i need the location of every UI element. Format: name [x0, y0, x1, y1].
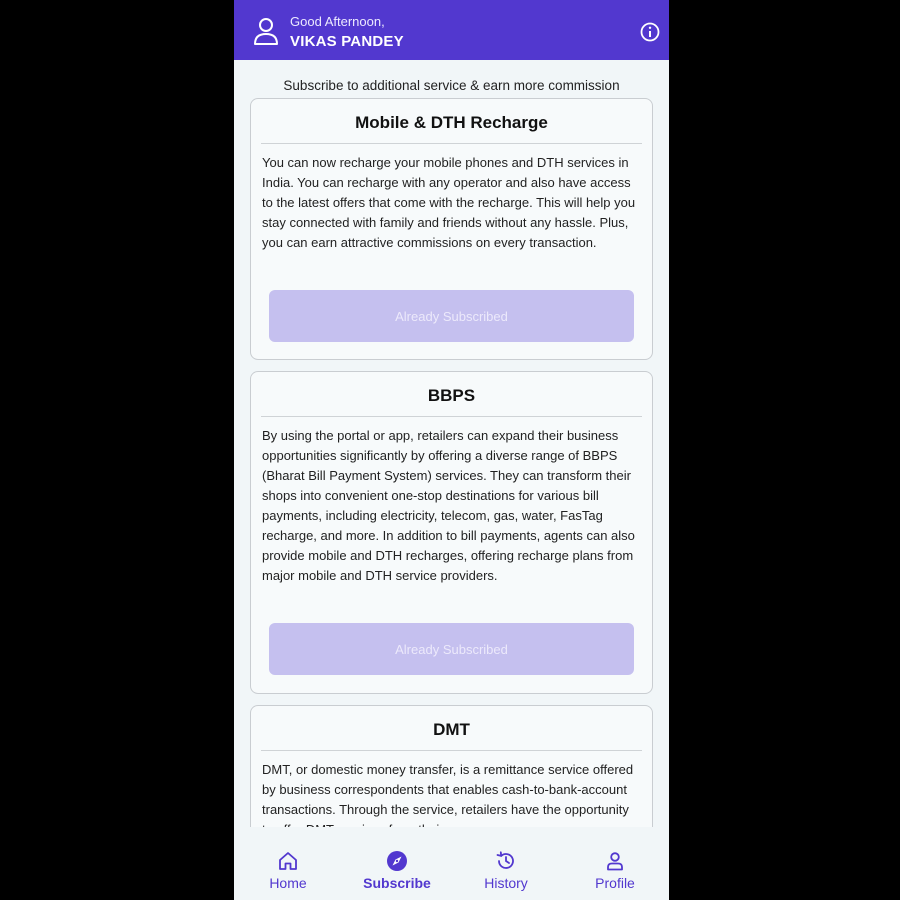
nav-label: Home — [269, 875, 307, 891]
nav-subscribe[interactable]: Subscribe — [343, 842, 451, 900]
service-card-bbps: BBPS By using the portal or app, retaile… — [250, 371, 653, 694]
nav-profile[interactable]: Profile — [561, 842, 669, 900]
service-card-dmt: DMT DMT, or domestic money transfer, is … — [250, 705, 653, 827]
phone-screen: Good Afternoon, VIKAS PANDEY Subscribe t… — [234, 0, 669, 900]
card-divider — [261, 143, 642, 144]
already-subscribed-button[interactable]: Already Subscribed — [269, 623, 634, 675]
service-card-mobile-dth: Mobile & DTH Recharge You can now rechar… — [250, 98, 653, 360]
history-icon — [496, 851, 514, 869]
card-divider — [261, 416, 642, 417]
already-subscribed-button[interactable]: Already Subscribed — [269, 290, 634, 342]
greeting-text: Good Afternoon, — [290, 14, 385, 29]
card-title: DMT — [433, 720, 470, 739]
card-title: Mobile & DTH Recharge — [355, 113, 548, 132]
user-icon[interactable] — [253, 16, 279, 46]
home-icon — [279, 852, 297, 870]
nav-label: History — [484, 875, 528, 891]
user-name: VIKAS PANDEY — [290, 33, 404, 50]
subscription-list[interactable]: Subscribe to additional service & earn m… — [234, 60, 669, 827]
nav-label: Profile — [595, 875, 635, 891]
card-title: BBPS — [427, 386, 476, 405]
page-subtitle: Subscribe to additional service & earn m… — [283, 78, 620, 93]
nav-home[interactable]: Home — [234, 842, 342, 900]
card-description: You can now recharge your mobile phones … — [262, 155, 636, 250]
card-divider — [261, 750, 642, 751]
card-description: DMT, or domestic money transfer, is a re… — [262, 762, 634, 827]
profile-icon — [607, 852, 623, 871]
nav-label: Subscribe — [363, 875, 431, 891]
card-description: By using the portal or app, retailers ca… — [262, 428, 635, 583]
compass-icon — [387, 851, 407, 871]
bottom-navigation: Home Subscribe History Profile — [234, 842, 669, 900]
nav-history[interactable]: History — [452, 842, 560, 900]
info-icon[interactable] — [639, 21, 661, 43]
app-header: Good Afternoon, VIKAS PANDEY — [234, 0, 669, 60]
